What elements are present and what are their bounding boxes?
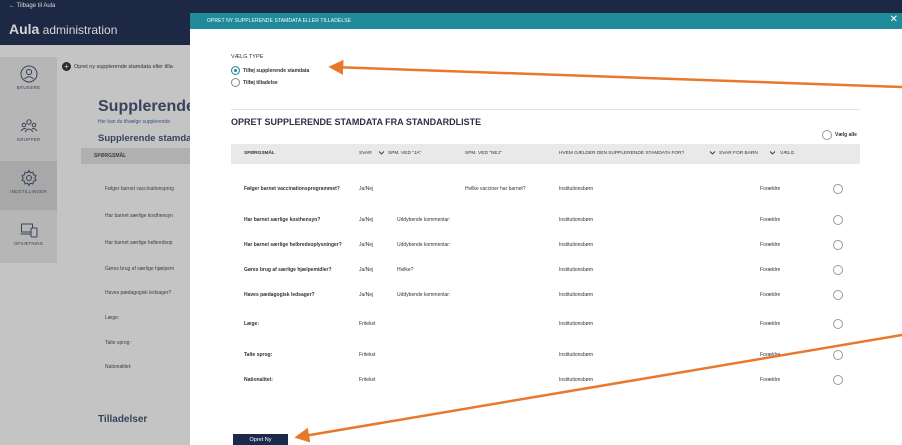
cell-who: Institutionsbørn [559,321,594,327]
cell-ja: Uddybende kommentar: [397,217,451,223]
col-choose[interactable]: VÆLG [780,151,794,156]
standard-list-title: OPRET SUPPLERENDE STAMDATA FRA STANDARDL… [231,117,482,127]
chevron-down-icon[interactable] [769,149,776,156]
create-new-button[interactable]: Opret Ny [233,434,288,445]
cell-ja: Hvilke? [397,267,414,273]
cell-answer: Ja/Nej [359,217,374,223]
chevron-down-icon[interactable] [378,149,385,156]
cell-who: Institutionsbørn [559,377,594,383]
cell-answer: Fritekst [359,352,376,358]
cell-answer-for: Forældre [760,267,781,273]
select-all-radio[interactable] [822,130,832,140]
cell-who: Institutionsbørn [559,267,594,273]
cell-answer-for: Forældre [760,186,781,192]
cell-answer-for: Forældre [760,352,781,358]
cell-question: Følger barnet vaccinationsprogrammet? [244,186,340,192]
select-all-label: Vælg alle [835,132,857,138]
cell-question: Har barnet særlige kosthensyn? [244,217,321,223]
row-select-radio[interactable] [833,215,843,225]
cell-ja: Uddybende kommentar: [397,242,451,248]
table-header: SPØRGSMÅL SVAR SPM. VED "JA" SPM. VED "N… [231,144,860,164]
col-answer-for[interactable]: SVAR FOR BARN [719,151,758,156]
cell-ja: Uddybende kommentar: [397,292,451,298]
col-who[interactable]: HVEM GÆLDER DEN SUPPLERENDE STAMDATA FOR… [559,151,684,156]
row-select-radio[interactable] [833,240,843,250]
cell-who: Institutionsbørn [559,242,594,248]
cell-answer-for: Forældre [760,292,781,298]
cell-who: Institutionsbørn [559,352,594,358]
cell-answer-for: Forældre [760,242,781,248]
cell-answer-for: Forældre [760,321,781,327]
modal-title: OPRET NY SUPPLERENDE STAMDATA ELLER TILL… [207,18,352,24]
row-select-radio[interactable] [833,184,843,194]
cell-answer: Ja/Nej [359,242,374,248]
cell-question: Gøres brug af særlige hjælpemidler? [244,267,332,273]
cell-who: Institutionsbørn [559,186,594,192]
chevron-down-icon[interactable] [709,149,716,156]
cell-answer: Fritekst [359,377,376,383]
radio-label: Tilføj supplerende stamdata [243,67,310,74]
divider [231,109,860,110]
radio-button[interactable] [231,78,240,87]
cell-answer: Ja/Nej [359,267,374,273]
modal-header: OPRET NY SUPPLERENDE STAMDATA ELLER TILL… [190,13,902,29]
col-nej[interactable]: SPM. VED "NEJ" [465,151,502,156]
cell-question: Har barnet særlige helbredsoplysninger? [244,242,342,248]
row-select-radio[interactable] [833,290,843,300]
cell-answer-for: Forældre [760,377,781,383]
cell-question: Haves pædagogisk ledsager? [244,292,315,298]
cell-answer: Fritekst [359,321,376,327]
cell-answer-for: Forældre [760,217,781,223]
cell-question: Læge: [244,321,259,327]
cell-question: Nationalitet: [244,377,273,383]
row-select-radio[interactable] [833,375,843,385]
row-select-radio[interactable] [833,350,843,360]
row-select-radio[interactable] [833,265,843,275]
cell-who: Institutionsbørn [559,292,594,298]
cell-question: Talte sprog: [244,352,273,358]
cell-answer: Ja/Nej [359,186,374,192]
row-select-radio[interactable] [833,319,843,329]
select-all-toggle[interactable]: Vælg alle [822,130,857,140]
radio-option-supplementary[interactable]: Tilføj supplerende stamdata [231,66,309,75]
cell-who: Institutionsbørn [559,217,594,223]
close-icon[interactable]: ✕ [890,14,898,25]
radio-option-permission[interactable]: Tilføj tilladelse [231,78,278,87]
col-answer[interactable]: SVAR [359,151,372,156]
col-ja[interactable]: SPM. VED "JA" [388,151,421,156]
create-modal: OPRET NY SUPPLERENDE STAMDATA ELLER TILL… [190,13,902,445]
type-label: VÆLG TYPE [231,54,264,60]
col-question[interactable]: SPØRGSMÅL [244,151,275,156]
cell-answer: Ja/Nej [359,292,374,298]
radio-label: Tilføj tilladelse [243,79,278,86]
cell-nej: Hvilke vacciner har barnet? [465,186,526,192]
radio-button-selected[interactable] [231,66,240,75]
